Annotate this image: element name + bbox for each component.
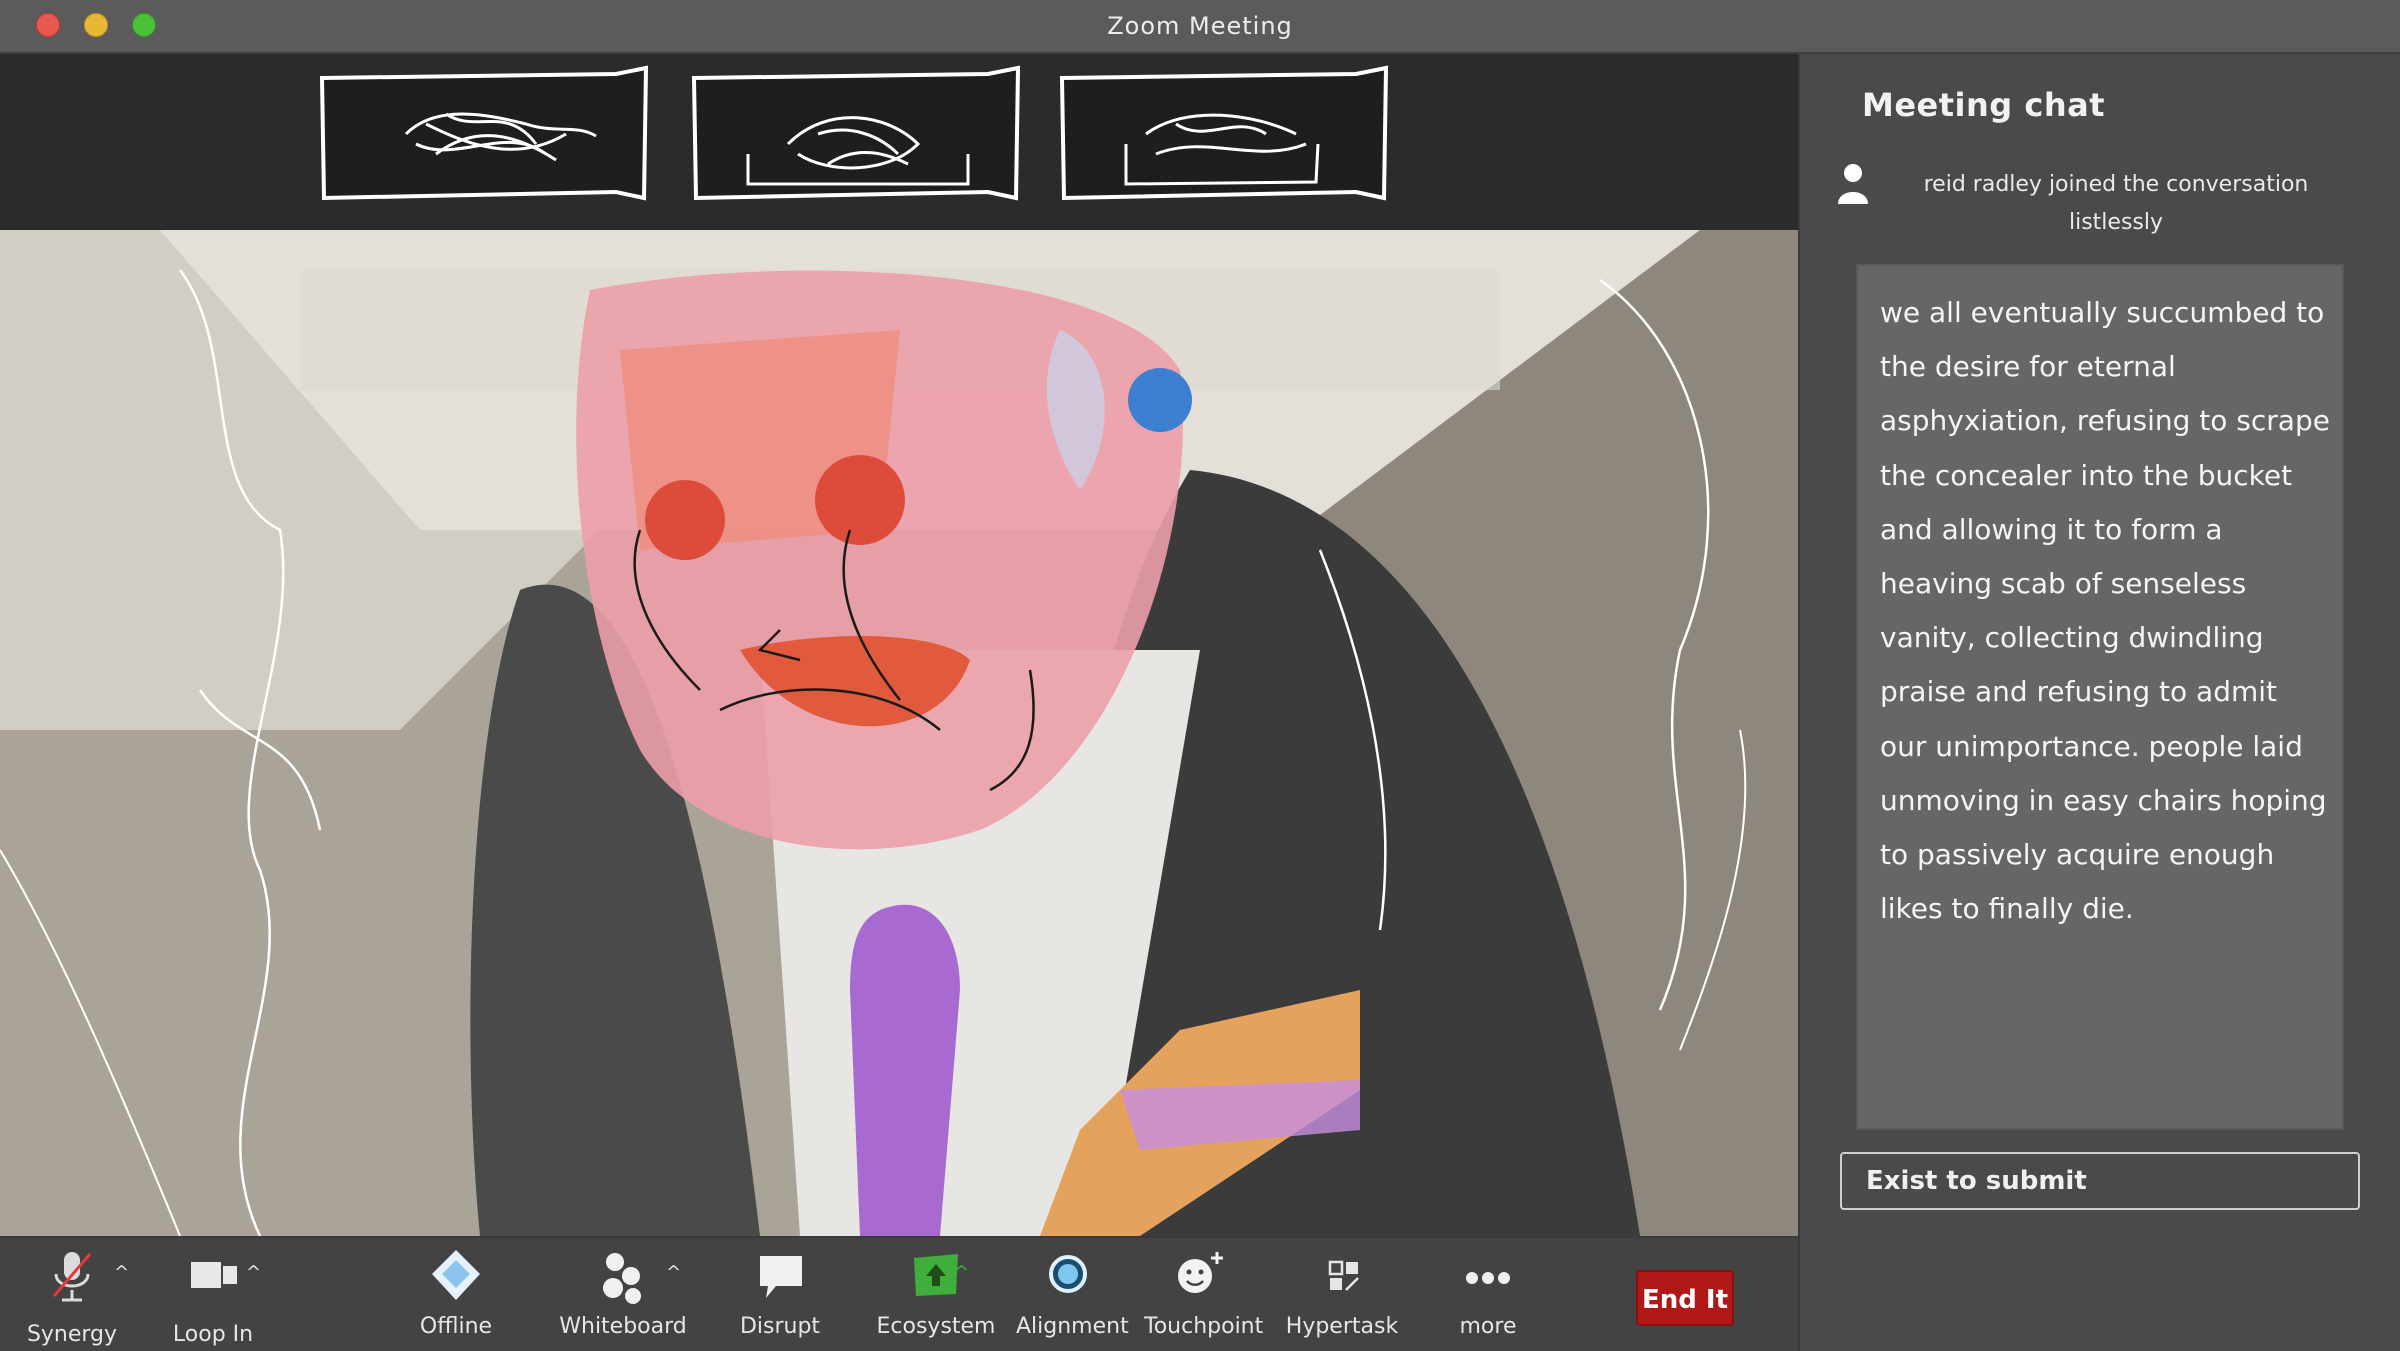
disrupt-label: Disrupt [739,1314,821,1339]
offline-button[interactable]: Offline [406,1238,506,1351]
end-meeting-button[interactable]: End It [1636,1270,1734,1326]
chat-input[interactable]: Exist to submit [1840,1152,2360,1210]
chat-title: Meeting chat [1862,86,2105,124]
chat-bubble-icon [760,1256,802,1298]
active-speaker-video [0,230,1798,1236]
alignment-button[interactable]: Alignment [1016,1238,1129,1351]
touchpoint-label: Touchpoint [1144,1314,1264,1339]
video-area [0,54,1798,1236]
reactions-icon [1178,1252,1223,1293]
meeting-toolbar: Synergy ^ Loop In ^ Offline Whiteboard ^… [0,1236,1798,1351]
chat-submit-label: Exist to submit [1866,1166,2087,1196]
offline-label: Offline [419,1314,493,1339]
person-icon [1838,164,1868,204]
hypertask-button[interactable]: Hypertask [1282,1238,1402,1351]
video-camera-icon [191,1262,237,1288]
participant-thumbnail[interactable] [688,64,1023,204]
disrupt-button[interactable]: Disrupt [732,1238,828,1351]
ecosystem-label: Ecosystem [876,1314,996,1339]
speaker-painting [0,230,1798,1236]
title-bar: Zoom Meeting [0,0,2400,54]
loop-in-button[interactable]: Loop In [158,1238,268,1351]
chat-message-text: we all eventually succumbed to the desir… [1880,296,2330,926]
more-dots-icon [1466,1272,1510,1284]
participant-thumbnail[interactable] [316,64,651,204]
apps-icon [1328,1260,1359,1291]
chat-panel: Meeting chat reid radley joined the conv… [1798,54,2400,1351]
window-title: Zoom Meeting [1107,12,1293,40]
participant-thumbnail[interactable] [1056,64,1391,204]
touchpoint-button[interactable]: Touchpoint [1144,1238,1264,1351]
ecosystem-button[interactable]: Ecosystem [876,1238,996,1351]
ecosystem-options-chevron-up-icon[interactable]: ^ [954,1262,969,1283]
chat-message-box: we all eventually succumbed to the desir… [1856,264,2344,1130]
participant-strip [0,54,1798,230]
loop-in-label: Loop In [172,1322,254,1347]
alignment-label: Alignment [1016,1314,1129,1339]
participants-icon [603,1253,641,1304]
more-label: more [1459,1314,1517,1339]
join-message: reid radley joined the conversation list… [1923,172,2309,235]
shield-icon [432,1250,480,1300]
whiteboard-label: Whiteboard [559,1314,687,1339]
synergy-options-chevron-up-icon[interactable]: ^ [114,1262,129,1283]
whiteboard-options-chevron-up-icon[interactable]: ^ [666,1262,681,1283]
more-button[interactable]: more [1440,1238,1536,1351]
synergy-button[interactable]: Synergy [18,1238,126,1351]
muted-microphone-icon [52,1252,92,1302]
record-icon [1049,1255,1087,1293]
whiteboard-button[interactable]: Whiteboard [558,1238,688,1351]
loop-in-options-chevron-up-icon[interactable]: ^ [246,1262,261,1283]
hypertask-label: Hypertask [1285,1314,1399,1339]
synergy-label: Synergy [26,1322,118,1347]
